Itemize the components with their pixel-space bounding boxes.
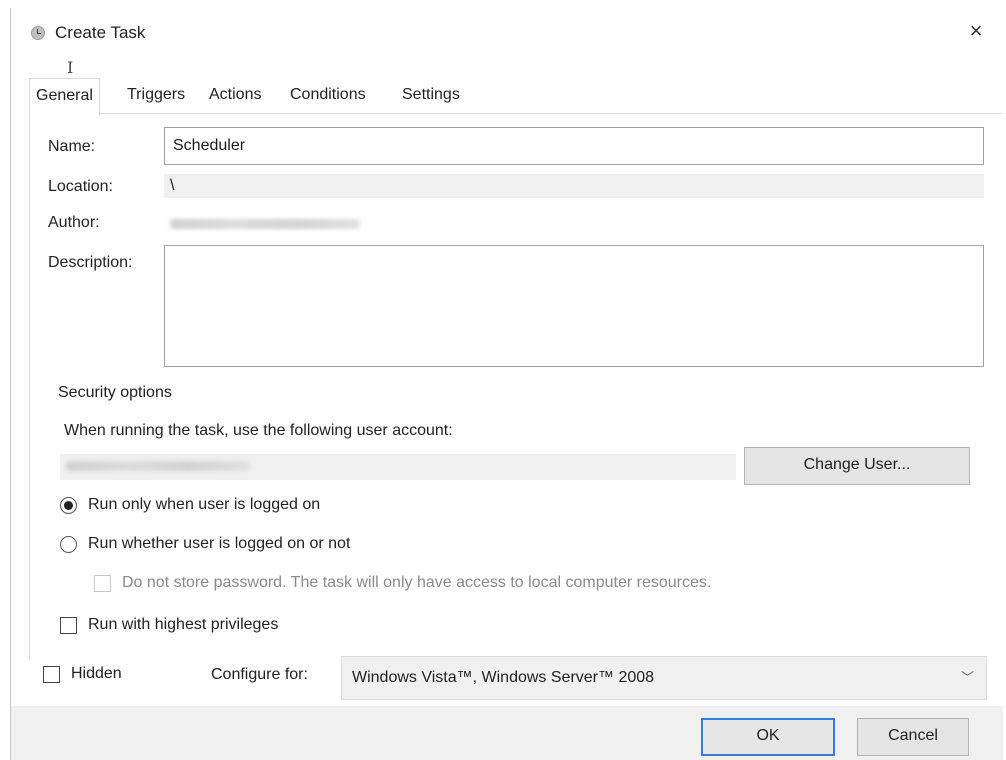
name-input[interactable]: Scheduler [164,127,984,165]
do-not-store-password-checkbox[interactable] [94,575,111,592]
title-bar: Create Task × [11,8,1003,54]
highest-privileges-checkbox[interactable] [60,617,77,634]
window-title: Create Task [55,23,146,42]
run-whether-radio[interactable] [60,536,77,553]
configure-for-dropdown[interactable]: Windows Vista™, Windows Server™ 2008 ﹀ [341,656,987,700]
run-logged-on-label[interactable]: Run only when user is logged on [88,496,320,514]
location-value: \ [164,174,984,198]
tab-triggers[interactable]: Triggers [121,78,191,114]
text-cursor-icon: I [67,58,74,77]
do-not-store-password-label: Do not store password. The task will onl… [122,574,712,591]
author-value-redacted [170,212,370,236]
security-options-heading: Security options [58,384,172,401]
name-label: Name: [48,138,96,155]
change-user-button[interactable]: Change User... [744,447,970,485]
tab-general[interactable]: General [29,78,100,116]
tab-conditions[interactable]: Conditions [284,78,372,114]
run-whether-label[interactable]: Run whether user is logged on or not [88,535,350,553]
general-tab-panel: Name: Scheduler Location: \ Author: Desc… [29,113,1002,660]
close-icon[interactable]: × [963,18,989,44]
chevron-down-icon: ﹀ [960,670,974,685]
run-logged-on-radio[interactable] [60,497,77,514]
author-label: Author: [48,214,100,231]
cancel-button[interactable]: Cancel [857,718,969,756]
tab-actions[interactable]: Actions [203,78,267,114]
configure-for-value: Windows Vista™, Windows Server™ 2008 [352,669,655,686]
create-task-dialog: Create Task × I General Triggers Actions… [10,8,1003,760]
task-scheduler-icon [31,26,45,40]
ok-button[interactable]: OK [701,718,835,756]
tab-settings[interactable]: Settings [396,78,466,114]
user-account-field [60,454,736,480]
description-label: Description: [48,254,133,271]
account-prompt: When running the task, use the following… [64,422,453,439]
configure-for-label: Configure for: [211,666,308,683]
dialog-footer [11,706,1003,760]
location-label: Location: [48,178,113,195]
highest-privileges-label[interactable]: Run with highest privileges [88,616,278,634]
description-textarea[interactable] [164,245,984,367]
hidden-checkbox[interactable] [43,666,60,683]
hidden-label[interactable]: Hidden [71,665,122,683]
